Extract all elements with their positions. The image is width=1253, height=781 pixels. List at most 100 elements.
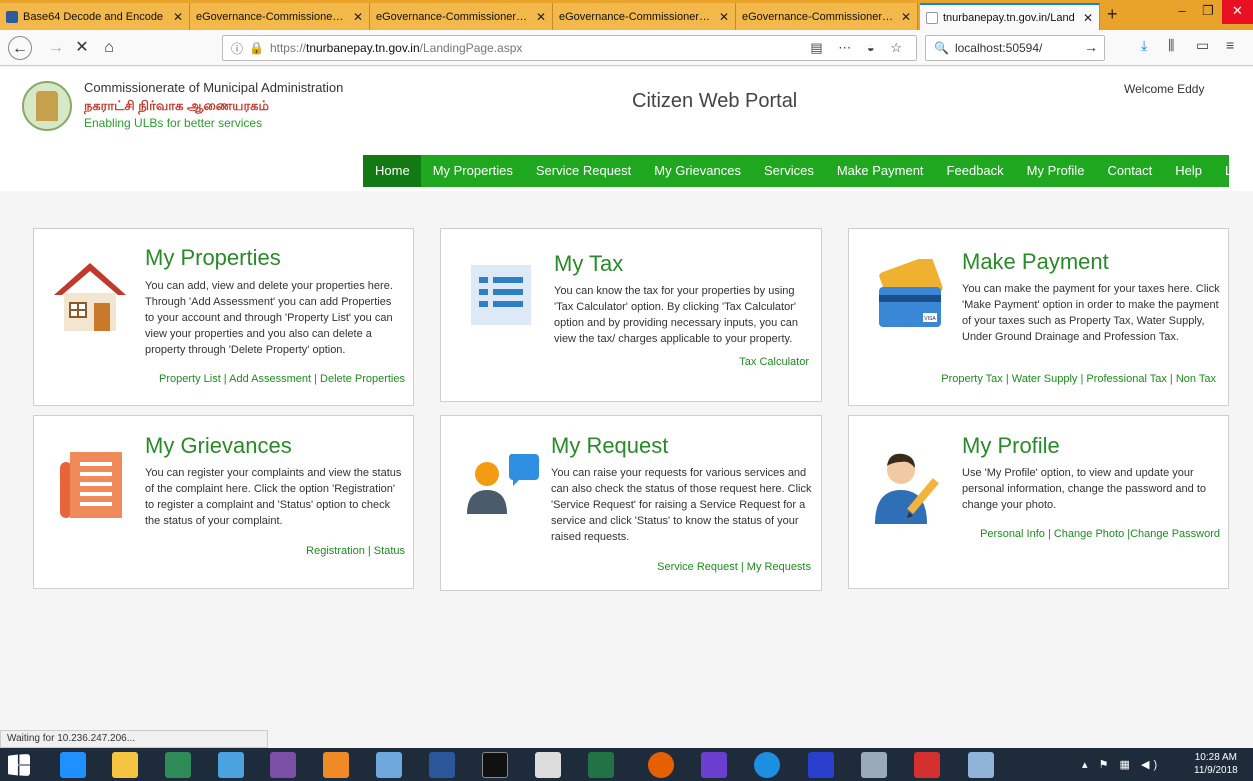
browser-tab[interactable]: eGovernance-Commissionerate ✕ bbox=[370, 3, 553, 30]
menu-services[interactable]: Services bbox=[752, 155, 825, 187]
app-icon[interactable] bbox=[218, 752, 244, 778]
new-tab-icon[interactable]: + bbox=[1107, 4, 1118, 25]
close-tab-icon[interactable]: ✕ bbox=[353, 10, 363, 24]
windows-start-icon[interactable] bbox=[8, 754, 30, 776]
forward-arrow-icon[interactable]: → bbox=[44, 36, 68, 60]
card-title: Make Payment bbox=[962, 249, 1109, 274]
url-text: https://tnurbanepay.tn.gov.in/LandingPag… bbox=[270, 41, 522, 55]
browser-nav-bar: ← → ✕ ⌂ ⓘ 🔒 https://tnurbanepay.tn.gov.i… bbox=[0, 30, 1253, 66]
clock-time: 10:28 AM bbox=[1194, 752, 1237, 763]
address-bar[interactable]: ⓘ 🔒 https://tnurbanepay.tn.gov.in/Landin… bbox=[222, 35, 917, 61]
tab-label: Base64 Decode and Encode bbox=[23, 10, 164, 23]
insecure-lock-icon[interactable]: 🔒 bbox=[249, 41, 264, 55]
card-description: You can add, view and delete your proper… bbox=[145, 280, 393, 356]
credit-card-icon: VISA bbox=[879, 259, 943, 327]
pocket-icon[interactable]: ◒ bbox=[867, 40, 881, 55]
volume-icon[interactable]: ◀) bbox=[1141, 759, 1161, 771]
search-go-icon[interactable]: → bbox=[1084, 39, 1098, 55]
card-my-profile: My Profile Use 'My Profile' option, to v… bbox=[848, 415, 1229, 589]
menu-make-payment[interactable]: Make Payment bbox=[825, 155, 935, 187]
snipping-tool-icon[interactable] bbox=[861, 752, 887, 778]
network-icon[interactable]: ▦ bbox=[1120, 759, 1134, 771]
back-arrow-icon[interactable]: ← bbox=[8, 36, 32, 60]
excel-icon[interactable] bbox=[588, 752, 614, 778]
browser-tab[interactable]: eGovernance-Commissionerate ✕ bbox=[736, 3, 918, 30]
card-links[interactable]: Registration | Status bbox=[306, 545, 405, 557]
visa-logo: VISA bbox=[924, 316, 936, 322]
internet-explorer-icon[interactable] bbox=[60, 752, 86, 778]
browser-tab[interactable]: eGovernance-Commissionerate ✕ bbox=[553, 3, 736, 30]
close-tab-icon[interactable]: ✕ bbox=[536, 10, 546, 24]
home-icon[interactable]: ⌂ bbox=[97, 36, 121, 60]
bookmark-star-icon[interactable]: ☆ bbox=[890, 40, 908, 55]
card-my-tax: My Tax You can know the tax for your pro… bbox=[440, 228, 822, 402]
menu-contact[interactable]: Contact bbox=[1095, 155, 1163, 187]
notepad-icon[interactable] bbox=[376, 752, 402, 778]
minimize-window-icon[interactable]: – bbox=[1170, 0, 1194, 24]
taskbar-clock[interactable]: 10:28 AM 11/9/2018 bbox=[1194, 751, 1238, 777]
acrobat-icon[interactable] bbox=[914, 752, 940, 778]
download-icon[interactable]: ⤓ bbox=[1141, 37, 1147, 54]
tab-label: eGovernance-Commissionerate bbox=[742, 10, 895, 23]
card-links[interactable]: Service Request | My Requests bbox=[657, 561, 811, 573]
tab-label: eGovernance-Commissionerate bbox=[376, 10, 530, 23]
close-window-icon[interactable]: ✕ bbox=[1222, 0, 1253, 24]
store-icon[interactable] bbox=[165, 752, 191, 778]
org-name-english: Commissionerate of Municipal Administrat… bbox=[84, 80, 344, 95]
notes-icon[interactable] bbox=[808, 752, 834, 778]
menu-my-properties[interactable]: My Properties bbox=[421, 155, 524, 187]
site-info-icon[interactable]: ⓘ bbox=[231, 40, 243, 57]
document-icon[interactable] bbox=[535, 752, 561, 778]
command-prompt-icon[interactable] bbox=[482, 752, 508, 778]
search-input[interactable]: 🔍 localhost:50594/ → bbox=[925, 35, 1105, 61]
card-links[interactable]: Property List | Add Assessment | Delete … bbox=[159, 373, 405, 385]
card-links[interactable]: Tax Calculator bbox=[739, 356, 809, 368]
house-icon bbox=[54, 263, 126, 331]
menu-home[interactable]: Home bbox=[363, 155, 421, 187]
windows-taskbar: ▴ ⚑ ▦ ◀) 10:28 AM 11/9/2018 bbox=[0, 748, 1253, 781]
teamviewer-icon[interactable] bbox=[754, 752, 780, 778]
menu-service-request[interactable]: Service Request bbox=[524, 155, 642, 187]
user-edit-icon bbox=[875, 453, 939, 524]
flag-icon[interactable]: ⚑ bbox=[1099, 759, 1113, 771]
close-tab-icon[interactable]: ✕ bbox=[173, 10, 183, 24]
main-menu: Home My Properties Service Request My Gr… bbox=[363, 155, 1253, 187]
menu-hamburger-icon[interactable]: ≡ bbox=[1226, 37, 1234, 53]
card-my-request: My Request You can raise your requests f… bbox=[440, 415, 822, 591]
menu-feedback[interactable]: Feedback bbox=[935, 155, 1015, 187]
close-tab-icon[interactable]: ✕ bbox=[719, 10, 729, 24]
paint-icon[interactable] bbox=[968, 752, 994, 778]
welcome-user: Welcome Eddy bbox=[1124, 82, 1205, 96]
page-content: Commissionerate of Municipal Administrat… bbox=[0, 67, 1253, 728]
stop-loading-icon[interactable]: ✕ bbox=[70, 36, 94, 60]
card-title: My Tax bbox=[554, 251, 624, 276]
maximize-window-icon[interactable]: ❐ bbox=[1196, 0, 1220, 24]
portal-title: Citizen Web Portal bbox=[632, 90, 798, 112]
close-tab-icon[interactable]: ✕ bbox=[901, 10, 911, 24]
org-name-tamil: நகராட்சி நிர்வாக ஆணையரகம் bbox=[84, 98, 269, 113]
menu-help[interactable]: Help bbox=[1163, 155, 1213, 187]
menu-my-grievances[interactable]: My Grievances bbox=[642, 155, 752, 187]
system-tray[interactable]: ▴ ⚑ ▦ ◀) bbox=[1082, 758, 1161, 771]
app-icon[interactable] bbox=[701, 752, 727, 778]
file-explorer-icon[interactable] bbox=[112, 752, 138, 778]
browser-tab[interactable]: Base64 Decode and Encode ✕ bbox=[0, 3, 190, 30]
reader-view-icon[interactable]: ▤ bbox=[810, 40, 828, 55]
url-host: tnurbanepay.tn.gov.in bbox=[306, 41, 420, 55]
card-links[interactable]: Property Tax | Water Supply | Profession… bbox=[941, 373, 1216, 385]
sidebar-icon[interactable]: ▭ bbox=[1196, 37, 1209, 54]
visual-studio-icon[interactable] bbox=[270, 752, 296, 778]
menu-logout[interactable]: Logout bbox=[1213, 155, 1253, 187]
firefox-icon[interactable] bbox=[648, 752, 674, 778]
word-icon[interactable] bbox=[429, 752, 455, 778]
page-actions[interactable]: ▤ ⋯ ◒ ☆ bbox=[810, 40, 908, 56]
library-icon[interactable]: ⫼ bbox=[1168, 37, 1174, 54]
outlook-icon[interactable] bbox=[323, 752, 349, 778]
browser-tab[interactable]: eGovernance-Commissionerate ✕ bbox=[190, 3, 370, 30]
browser-tab-active[interactable]: tnurbanepay.tn.gov.in/Land ✕ bbox=[920, 3, 1100, 30]
menu-my-profile[interactable]: My Profile bbox=[1015, 155, 1096, 187]
more-actions-icon[interactable]: ⋯ bbox=[838, 40, 857, 55]
list-icon bbox=[471, 265, 531, 325]
close-tab-icon[interactable]: ✕ bbox=[1083, 11, 1093, 25]
card-links[interactable]: Personal Info | Change Photo |Change Pas… bbox=[980, 528, 1220, 540]
